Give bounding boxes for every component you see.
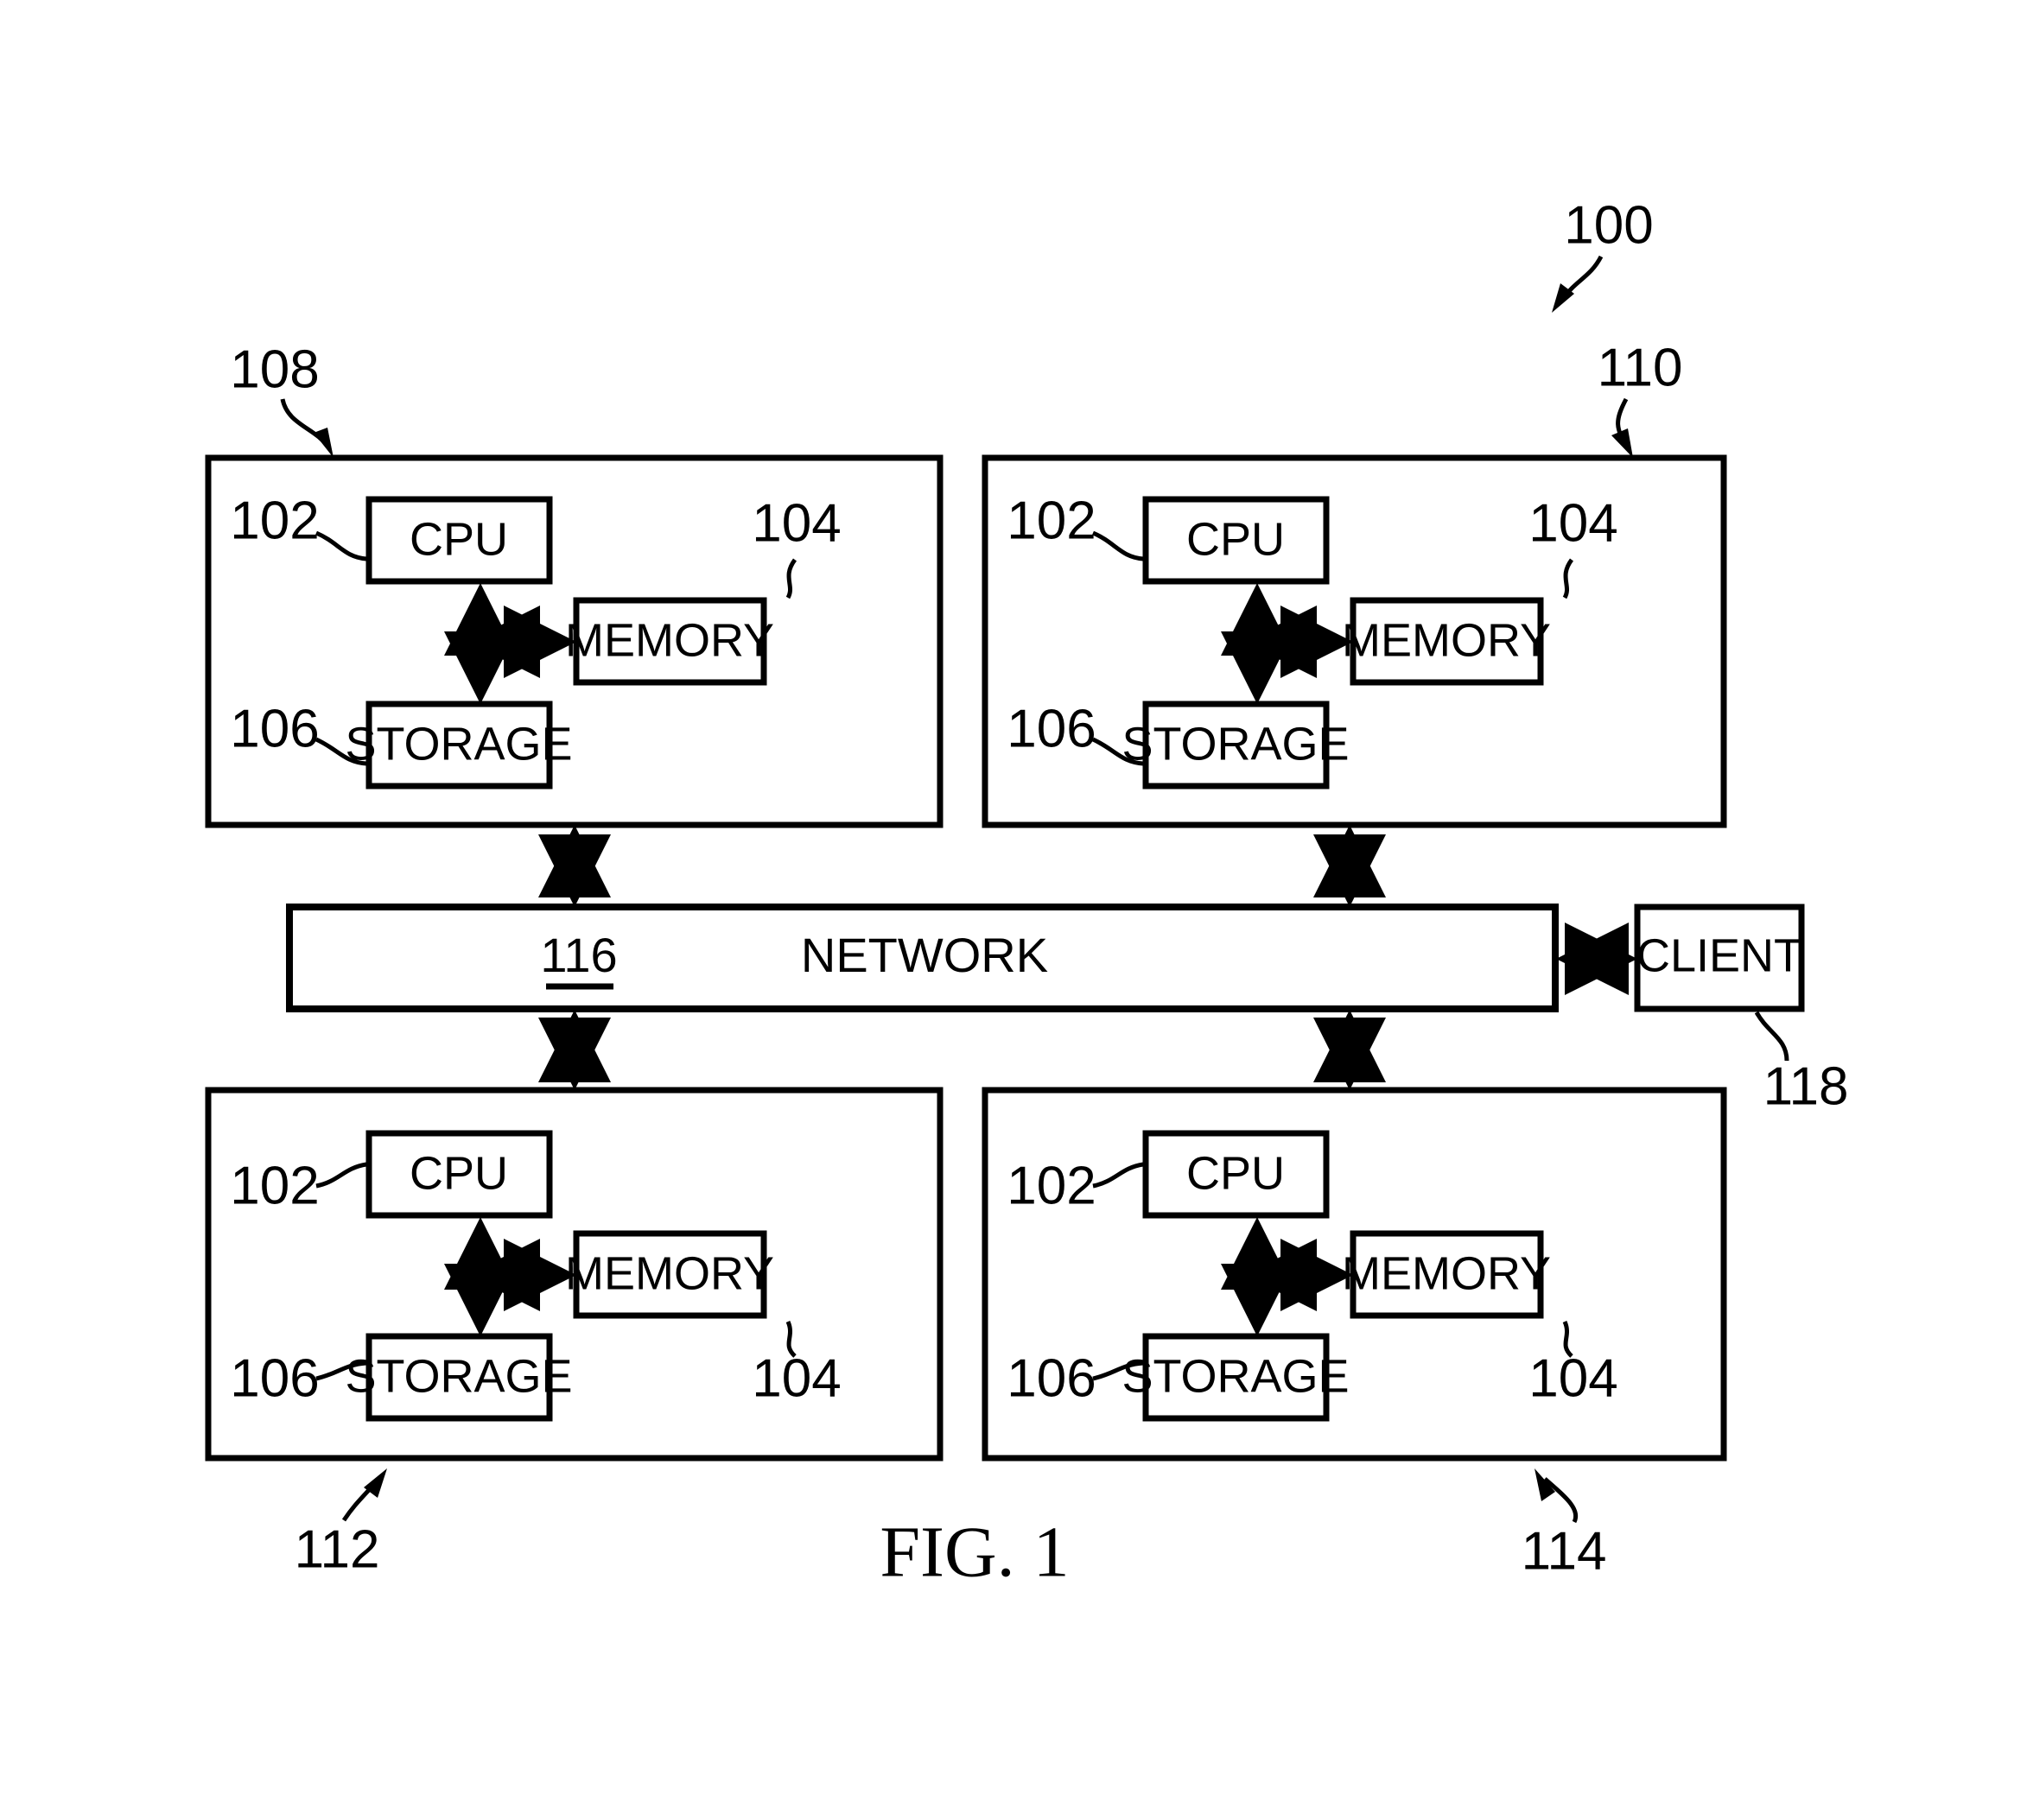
network-ref-number: 116 [540, 928, 617, 982]
node-bottom-left[interactable]: CPU MEMORY STORAGE 102 104 106 112 [205, 1087, 944, 1579]
cpu-ref-leader-bottom-right [1092, 1162, 1144, 1189]
network-bar[interactable]: 116 NETWORK [286, 904, 1559, 1012]
cpu-ref-leader-top-left [315, 530, 367, 561]
node-top-left-ref-arrowhead [314, 428, 334, 458]
cpu-label-top-right: CPU [1186, 513, 1285, 565]
node-top-left[interactable]: CPU MEMORY STORAGE 102 104 106 108 [205, 339, 944, 828]
cpu-ref-top-right: 102 [1007, 491, 1096, 550]
memory-ref-top-left: 104 [752, 493, 841, 553]
network-label: NETWORK [801, 928, 1048, 982]
memory-ref-leader-top-left [785, 558, 797, 599]
cpu-ref-leader-bottom-left [315, 1162, 367, 1189]
memory-label-bottom-right: MEMORY [1342, 1247, 1551, 1299]
cpu-ref-bottom-right: 102 [1007, 1156, 1096, 1215]
node-top-left-ref: 108 [230, 339, 319, 399]
cpu-label-bottom-right: CPU [1186, 1147, 1285, 1199]
node-bottom-right[interactable]: CPU MEMORY STORAGE 102 104 106 114 [982, 1087, 1727, 1581]
node-bottom-right-ref-leader [1543, 1477, 1579, 1524]
cpu-ref-bottom-left: 102 [230, 1156, 319, 1215]
patent-figure-page: CPU MEMORY STORAGE 102 104 106 108 CPU M… [0, 0, 2027, 1820]
system-ref-callout: 100 [1552, 195, 1654, 313]
storage-label-bottom-right: STORAGE [1122, 1350, 1349, 1402]
node-top-right-ref: 110 [1598, 338, 1683, 397]
node-top-right[interactable]: CPU MEMORY STORAGE 102 104 106 110 [982, 338, 1727, 828]
client-label: CLIENT [1636, 929, 1802, 981]
system-ref-number: 100 [1564, 195, 1653, 255]
client-ref-leader [1754, 1011, 1789, 1062]
memory-ref-leader-top-right [1562, 558, 1574, 599]
memory-ref-top-right: 104 [1528, 493, 1617, 553]
memory-ref-bottom-left: 104 [752, 1348, 841, 1408]
memory-label-top-left: MEMORY [565, 614, 774, 666]
memory-label-bottom-left: MEMORY [565, 1247, 774, 1299]
node-bottom-right-ref: 114 [1522, 1521, 1607, 1581]
storage-ref-top-right: 106 [1007, 699, 1096, 758]
cpu-ref-leader-top-right [1091, 530, 1144, 561]
client-node[interactable]: CLIENT 118 [1556, 904, 1849, 1116]
cpu-label-bottom-left: CPU [410, 1147, 508, 1199]
memory-ref-bottom-right: 104 [1528, 1348, 1617, 1408]
memory-label-top-right: MEMORY [1342, 614, 1551, 666]
cpu-label-top-left: CPU [410, 513, 508, 565]
client-ref-number: 118 [1763, 1056, 1849, 1116]
node-bottom-left-ref: 112 [295, 1519, 380, 1579]
storage-ref-top-left: 106 [230, 699, 319, 758]
figure-caption: FIG. 1 [880, 1512, 1069, 1592]
figure-canvas: CPU MEMORY STORAGE 102 104 106 108 CPU M… [205, 195, 1849, 1592]
storage-label-bottom-left: STORAGE [345, 1350, 572, 1402]
node-top-right-ref-arrowhead [1611, 428, 1633, 458]
storage-label-top-left: STORAGE [345, 718, 572, 770]
storage-label-top-right: STORAGE [1122, 718, 1349, 770]
cpu-ref-top-left: 102 [230, 491, 319, 550]
storage-ref-bottom-left: 106 [230, 1348, 319, 1408]
storage-ref-bottom-right: 106 [1007, 1348, 1096, 1408]
